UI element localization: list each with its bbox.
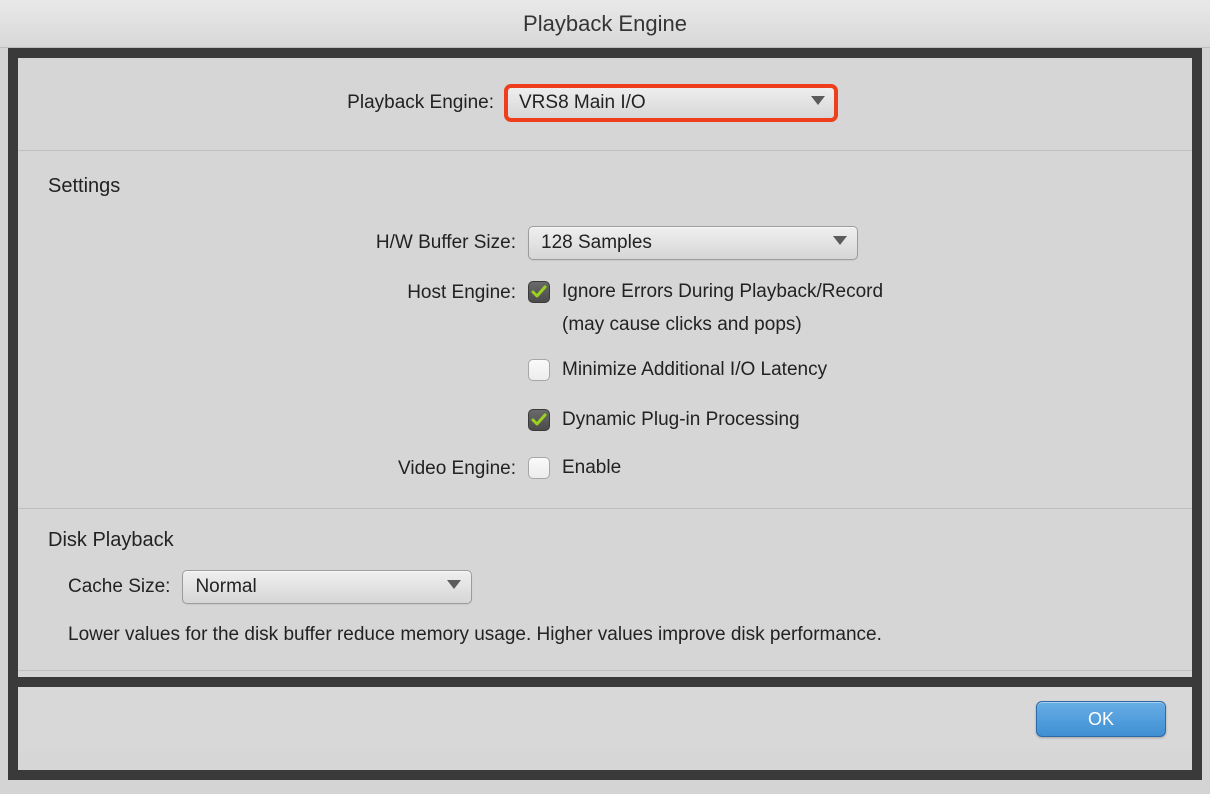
buffer-size-dropdown[interactable]: 128 Samples — [528, 226, 858, 260]
cache-size-dropdown[interactable]: Normal — [182, 570, 472, 604]
panel-disk-playback: Disk Playback Cache Size: Normal Lower v… — [18, 509, 1192, 671]
window-titlebar: Playback Engine — [0, 0, 1210, 48]
cache-size-value: Normal — [195, 576, 256, 598]
playback-engine-label: Playback Engine: — [18, 86, 506, 114]
ok-button[interactable]: OK — [1036, 701, 1166, 737]
playback-engine-window: Playback Engine Playback Engine: VRS8 Ma… — [0, 0, 1210, 794]
buffer-size-label: H/W Buffer Size: — [18, 226, 528, 254]
panel-playback-engine: Playback Engine: VRS8 Main I/O — [18, 58, 1192, 151]
playback-engine-value: VRS8 Main I/O — [519, 92, 646, 114]
dynamic-plugin-checkbox[interactable] — [528, 409, 550, 431]
panel-settings: Settings H/W Buffer Size: 128 Samples — [18, 151, 1192, 509]
video-enable-label: Enable — [562, 457, 621, 479]
buffer-size-value: 128 Samples — [541, 232, 652, 254]
ok-button-label: OK — [1088, 709, 1114, 730]
ignore-errors-checkbox[interactable] — [528, 281, 550, 303]
chevron-down-icon — [811, 96, 825, 106]
playback-engine-dropdown[interactable]: VRS8 Main I/O — [506, 86, 836, 120]
dynamic-plugin-label: Dynamic Plug-in Processing — [562, 409, 800, 431]
settings-heading: Settings — [18, 151, 1192, 198]
chevron-down-icon — [833, 236, 847, 246]
cache-size-label: Cache Size: — [68, 576, 182, 598]
dialog-footer: OK — [18, 677, 1192, 751]
video-engine-label: Video Engine: — [18, 452, 528, 480]
dialog-frame: Playback Engine: VRS8 Main I/O Settings … — [8, 48, 1202, 780]
window-title: Playback Engine — [523, 11, 687, 37]
chevron-down-icon — [447, 580, 461, 590]
minimize-latency-label: Minimize Additional I/O Latency — [562, 359, 827, 381]
ignore-errors-sublabel: (may cause clicks and pops) — [562, 314, 883, 336]
video-enable-checkbox[interactable] — [528, 457, 550, 479]
host-engine-label: Host Engine: — [18, 276, 528, 304]
minimize-latency-checkbox[interactable] — [528, 359, 550, 381]
disk-buffer-note: Lower values for the disk buffer reduce … — [18, 616, 1192, 646]
ignore-errors-label: Ignore Errors During Playback/Record — [562, 281, 883, 303]
disk-playback-heading: Disk Playback — [18, 509, 1192, 552]
